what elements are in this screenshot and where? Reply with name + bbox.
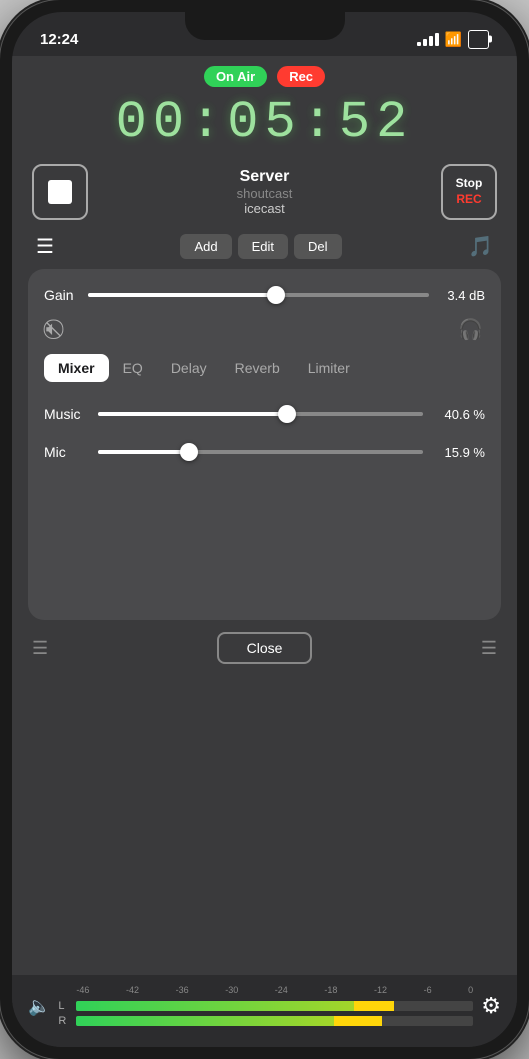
vu-r-green [76, 1016, 334, 1026]
edit-button[interactable]: Edit [238, 234, 288, 259]
status-time: 12:24 [40, 31, 78, 48]
stop-label: Stop [456, 176, 483, 192]
vu-label-n18: -18 [324, 985, 337, 995]
music-row: Music 40.6 % [44, 404, 485, 424]
server-section: Server shoutcast icecast Stop REC [12, 160, 517, 224]
close-button[interactable]: Close [217, 632, 313, 664]
vu-scale: -46 -42 -36 -30 -24 -18 -12 -6 0 [58, 985, 473, 995]
music-slider[interactable] [98, 404, 423, 424]
del-button[interactable]: Del [294, 234, 342, 259]
rec-badge: Rec [277, 66, 325, 87]
tabs-row: Mixer EQ Delay Reverb Limiter [44, 354, 485, 382]
mic-label: Mic [44, 444, 88, 460]
mixer-panel: Gain 3.4 dB 🔈⃠ 🎧 Mixer [28, 269, 501, 620]
add-button[interactable]: Add [180, 234, 231, 259]
vu-l-label: L [58, 1000, 70, 1012]
vu-channel-r: R [58, 1015, 473, 1027]
signal-icon [417, 33, 439, 46]
close-row: ☰ Close ☰ [12, 620, 517, 670]
stop-icon [48, 180, 72, 204]
battery-icon [468, 30, 489, 49]
mic-slider[interactable] [98, 442, 423, 462]
vu-label-0: 0 [468, 985, 473, 995]
stop-button[interactable] [32, 164, 88, 220]
mute-icon[interactable]: 🔈⃠ [46, 318, 58, 341]
vu-label-n30: -30 [225, 985, 238, 995]
vu-l-yellow [354, 1001, 394, 1011]
headphone-icon[interactable]: 🎧 [458, 317, 483, 342]
tab-mixer[interactable]: Mixer [44, 354, 109, 382]
server-inactive: shoutcast [98, 186, 431, 201]
mic-row: Mic 15.9 % [44, 442, 485, 462]
badges-row: On Air Rec [204, 66, 325, 87]
vu-label-n42: -42 [126, 985, 139, 995]
vu-section: 🔈 -46 -42 -36 -30 -24 -18 -12 -6 0 [28, 985, 501, 1027]
tab-reverb[interactable]: Reverb [221, 354, 294, 382]
music-label: Music [44, 406, 88, 422]
vu-label-n12: -12 [374, 985, 387, 995]
audio-controls-row: 🔈⃠ 🎧 [44, 317, 485, 342]
vu-channel-l: L [58, 1000, 473, 1012]
status-icons: 📶 [417, 30, 489, 49]
gear-icon[interactable]: ⚙ [481, 993, 501, 1019]
hamburger-left-icon: ☰ [32, 638, 48, 659]
vu-label-n6: -6 [424, 985, 432, 995]
vu-label-n24: -24 [275, 985, 288, 995]
phone-screen: 12:24 📶 On Air Rec [12, 12, 517, 1047]
vu-label-n36: -36 [176, 985, 189, 995]
music-value: 40.6 % [433, 407, 485, 422]
gain-label: Gain [44, 287, 78, 303]
server-active: icecast [98, 201, 431, 216]
server-title: Server [98, 168, 431, 186]
tab-limiter[interactable]: Limiter [294, 354, 364, 382]
music-note-button[interactable]: 🎵 [464, 230, 497, 263]
vu-l-bar [76, 1001, 473, 1011]
vu-r-label: R [58, 1015, 70, 1027]
playlist-button[interactable]: ☰ [32, 230, 58, 263]
notch [185, 12, 345, 40]
timer-display: 00:05:52 [116, 93, 414, 152]
hamburger-right-icon: ☰ [481, 638, 497, 659]
tab-delay[interactable]: Delay [157, 354, 221, 382]
vu-l-green [76, 1001, 354, 1011]
vu-meters: -46 -42 -36 -30 -24 -18 -12 -6 0 L [58, 985, 473, 1027]
gain-slider[interactable] [88, 285, 429, 305]
phone-frame: 12:24 📶 On Air Rec [0, 0, 529, 1059]
toolbar-buttons: Add Edit Del [66, 234, 456, 259]
wifi-icon: 📶 [445, 31, 462, 48]
main-content: On Air Rec 00:05:52 Server shoutcast ice… [12, 56, 517, 975]
panel-spacer [44, 484, 485, 604]
toolbar-row: ☰ Add Edit Del 🎵 [12, 224, 517, 269]
speaker-icon[interactable]: 🔈 [28, 996, 50, 1017]
gain-value: 3.4 dB [439, 288, 485, 303]
rec-label: REC [456, 192, 481, 208]
vu-r-bar [76, 1016, 473, 1026]
mixer-sliders: Music 40.6 % Mic [44, 394, 485, 472]
tab-eq[interactable]: EQ [109, 354, 157, 382]
on-air-badge: On Air [204, 66, 267, 87]
server-info: Server shoutcast icecast [98, 168, 431, 216]
gain-row: Gain 3.4 dB [44, 285, 485, 305]
bottom-bar: 🔈 -46 -42 -36 -30 -24 -18 -12 -6 0 [12, 975, 517, 1047]
vu-label-n46: -46 [76, 985, 89, 995]
mic-value: 15.9 % [433, 445, 485, 460]
vu-r-yellow [334, 1016, 382, 1026]
stop-rec-button[interactable]: Stop REC [441, 164, 497, 220]
